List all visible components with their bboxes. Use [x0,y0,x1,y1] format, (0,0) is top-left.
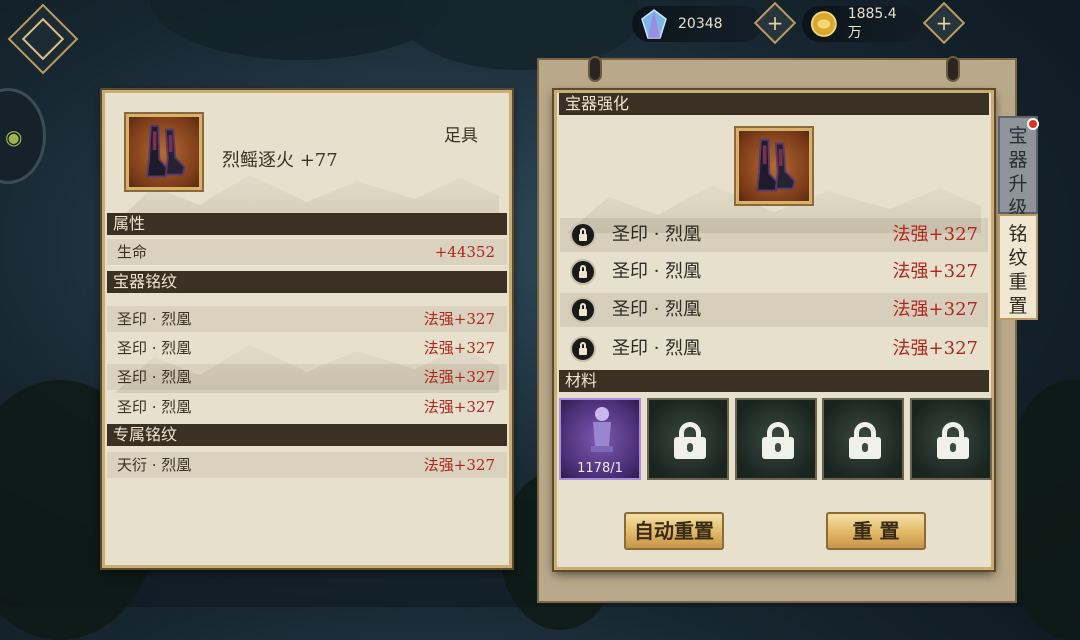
material-slot[interactable]: 1178/1 [559,398,641,480]
unlock-toggle-icon[interactable] [570,259,596,285]
rune-label: 圣印 · 烈凰 [117,398,192,416]
rune-value: 法强+327 [423,310,495,328]
item-name: 烈鳐逐火 +77 [222,150,338,171]
unlock-toggle-icon[interactable] [570,222,596,248]
rune-label: 圣印 · 烈凰 [117,339,192,357]
lock-icon [674,422,706,459]
material-slot-locked[interactable] [735,398,817,480]
reset-rune-row: 圣印 · 烈凰 法强+327 [560,255,988,289]
rune-row: 圣印 · 烈凰 法强+327 [107,306,507,332]
enhance-item-icon[interactable] [734,126,814,206]
reset-rune-row: 圣印 · 烈凰 法强+327 [560,218,988,252]
boots-icon [146,124,186,178]
notification-dot [1027,118,1039,130]
reset-rune-row: 圣印 · 烈凰 法强+327 [560,332,988,366]
rune-value: 法强+327 [423,339,495,357]
material-slot-locked[interactable] [647,398,729,480]
tab-treasure-upgrade[interactable]: 宝器升级 [998,116,1038,219]
rune-row: 圣印 · 烈凰 法强+327 [107,394,507,420]
lock-icon [849,422,881,459]
auto-reset-button[interactable]: 自动重置 [624,512,724,550]
hanging-hook [946,56,960,82]
gold-currency: 1885.4万 [802,6,922,42]
gold-amount: 1885.4万 [847,6,897,41]
crystal-icon [641,9,667,39]
rune-label: 天衍 · 烈凰 [117,456,192,474]
tab-label: 铭纹重置 [1008,223,1028,317]
add-gold-button[interactable]: + [922,1,966,45]
back-arrow-icon [21,17,65,61]
reset-rune-row: 圣印 · 烈凰 法强+327 [560,293,988,327]
section-exclusive-runes: 专属铭纹 [107,424,507,446]
material-slot-locked[interactable] [910,398,992,480]
item-icon[interactable] [124,112,204,192]
rune-label: 圣印 · 烈凰 [612,299,702,320]
material-count: 1178/1 [577,461,623,476]
unlock-toggle-icon[interactable] [570,297,596,323]
section-enhance: 宝器强化 [559,93,989,115]
rune-label: 圣印 · 烈凰 [612,224,702,245]
boots-icon [756,138,796,192]
attribute-label: 生命 [117,243,148,261]
exclusive-rune-row: 天衍 · 烈凰 法强+327 [107,452,507,478]
add-gems-button[interactable]: + [753,1,797,45]
relic-statue-icon [591,407,613,452]
tab-label: 宝器升级 [1008,125,1028,219]
plus-icon: + [766,11,784,35]
swirl-icon: ◉ [5,125,23,149]
unlock-toggle-icon[interactable] [570,336,596,362]
section-treasure-runes: 宝器铭纹 [107,271,507,293]
rune-value: 法强+327 [892,338,978,359]
lock-icon [762,422,794,459]
tab-rune-reset[interactable]: 铭纹重置 [998,214,1038,320]
item-slot-type: 足具 [444,126,478,146]
attribute-row: 生命 +44352 [107,239,507,265]
gold-ingot-icon [810,11,837,37]
gem-currency: 20348 [632,6,762,42]
rune-value: 法强+327 [892,299,978,320]
hanging-hook [588,56,602,82]
gem-amount: 20348 [678,16,723,32]
rune-value: 法强+327 [892,224,978,245]
rune-row: 圣印 · 烈凰 法强+327 [107,364,507,390]
back-button[interactable] [7,3,79,75]
reset-button[interactable]: 重 置 [826,512,926,550]
rune-label: 圣印 · 烈凰 [612,261,702,282]
section-materials: 材料 [559,370,989,392]
rune-label: 圣印 · 烈凰 [612,338,702,359]
rune-row: 圣印 · 烈凰 法强+327 [107,335,507,361]
side-menu-ring[interactable]: ◉ [0,88,46,184]
rune-value: 法强+327 [423,456,495,474]
material-slot-locked[interactable] [822,398,904,480]
lock-icon [937,422,969,459]
rune-value: 法强+327 [423,398,495,416]
rune-label: 圣印 · 烈凰 [117,310,192,328]
attribute-value: +44352 [434,243,495,261]
rune-label: 圣印 · 烈凰 [117,368,192,386]
section-attributes: 属性 [107,213,507,235]
plus-icon: + [935,11,953,35]
rune-value: 法强+327 [892,261,978,282]
rune-value: 法强+327 [423,368,495,386]
